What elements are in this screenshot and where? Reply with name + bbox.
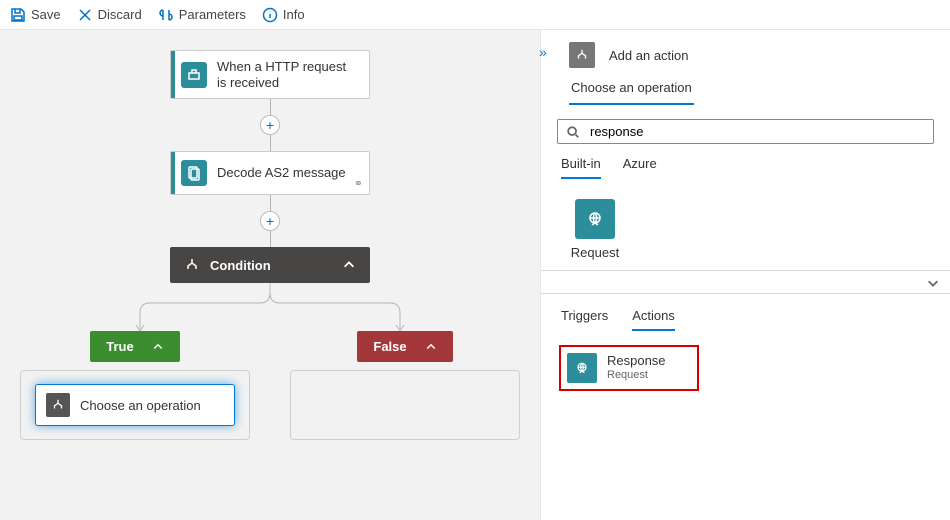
accent-bar bbox=[171, 152, 175, 194]
link-icon: ⚭ bbox=[354, 177, 363, 190]
save-icon bbox=[10, 7, 26, 23]
http-trigger-label: When a HTTP request is received bbox=[217, 59, 359, 90]
trigger-action-tabs: Triggers Actions bbox=[541, 294, 950, 335]
globe-icon bbox=[567, 353, 597, 383]
false-label: False bbox=[373, 339, 406, 354]
save-label: Save bbox=[31, 7, 61, 22]
toolbar: Save Discard Parameters Info bbox=[0, 0, 950, 30]
parameters-button[interactable]: Parameters bbox=[158, 7, 246, 23]
collapse-panel-button[interactable]: » bbox=[539, 44, 544, 60]
choose-operation-card[interactable]: Choose an operation bbox=[35, 384, 235, 426]
flow-icon bbox=[569, 42, 595, 68]
tab-actions[interactable]: Actions bbox=[632, 304, 675, 331]
chevron-up-icon bbox=[152, 341, 164, 353]
http-trigger-node[interactable]: When a HTTP request is received bbox=[170, 50, 370, 99]
info-label: Info bbox=[283, 7, 305, 22]
chevron-up-icon bbox=[425, 341, 437, 353]
info-button[interactable]: Info bbox=[262, 7, 305, 23]
source-tabs: Built-in Azure bbox=[541, 152, 950, 185]
panel-title: Add an action bbox=[609, 48, 689, 63]
search-box[interactable] bbox=[557, 119, 934, 144]
accent-bar bbox=[171, 51, 175, 98]
connector bbox=[270, 231, 271, 247]
discard-label: Discard bbox=[98, 7, 142, 22]
add-step-button[interactable]: + bbox=[260, 211, 280, 231]
discard-button[interactable]: Discard bbox=[77, 7, 142, 23]
designer-canvas[interactable]: When a HTTP request is received + Decode… bbox=[0, 30, 540, 520]
connector bbox=[270, 195, 271, 211]
info-icon bbox=[262, 7, 278, 23]
save-button[interactable]: Save bbox=[10, 7, 61, 23]
parameters-label: Parameters bbox=[179, 7, 246, 22]
connector bbox=[270, 135, 271, 151]
false-tag[interactable]: False bbox=[357, 331, 452, 362]
search-icon bbox=[566, 125, 580, 139]
decode-as2-node[interactable]: Decode AS2 message ⚭ bbox=[170, 151, 370, 195]
true-dropzone[interactable]: Choose an operation bbox=[20, 370, 250, 440]
request-connector-chip[interactable]: Request bbox=[541, 185, 621, 270]
condition-label: Condition bbox=[210, 258, 271, 273]
tab-builtin[interactable]: Built-in bbox=[561, 152, 601, 179]
decode-as2-label: Decode AS2 message bbox=[217, 165, 346, 181]
branch-connector bbox=[80, 283, 460, 333]
tab-azure[interactable]: Azure bbox=[623, 152, 657, 179]
false-dropzone[interactable] bbox=[290, 370, 520, 440]
expand-row[interactable] bbox=[541, 270, 950, 294]
panel-header: Add an action bbox=[541, 30, 950, 74]
response-action-item[interactable]: Response Request bbox=[559, 345, 699, 391]
result-title: Response bbox=[607, 354, 666, 369]
flow-icon bbox=[46, 393, 70, 417]
true-tag[interactable]: True bbox=[90, 331, 179, 362]
http-icon bbox=[181, 62, 207, 88]
condition-icon bbox=[184, 257, 200, 273]
choose-operation-tab[interactable]: Choose an operation bbox=[569, 74, 694, 105]
discard-icon bbox=[77, 7, 93, 23]
connector bbox=[270, 99, 271, 115]
globe-icon bbox=[575, 199, 615, 239]
chevron-up-icon bbox=[342, 258, 356, 272]
true-label: True bbox=[106, 339, 133, 354]
condition-node[interactable]: Condition bbox=[170, 247, 370, 283]
operation-panel: » Add an action Choose an operation Buil… bbox=[540, 30, 950, 520]
chevron-down-icon bbox=[926, 276, 940, 290]
true-branch: True Choose an operation bbox=[20, 331, 250, 440]
search-input[interactable] bbox=[588, 123, 925, 140]
choose-operation-label: Choose an operation bbox=[80, 398, 201, 413]
add-step-button[interactable]: + bbox=[260, 115, 280, 135]
result-subtitle: Request bbox=[607, 369, 666, 382]
parameters-icon bbox=[158, 7, 174, 23]
document-icon bbox=[181, 160, 207, 186]
false-branch: False bbox=[290, 331, 520, 440]
tab-triggers[interactable]: Triggers bbox=[561, 304, 608, 331]
request-chip-label: Request bbox=[571, 245, 619, 260]
